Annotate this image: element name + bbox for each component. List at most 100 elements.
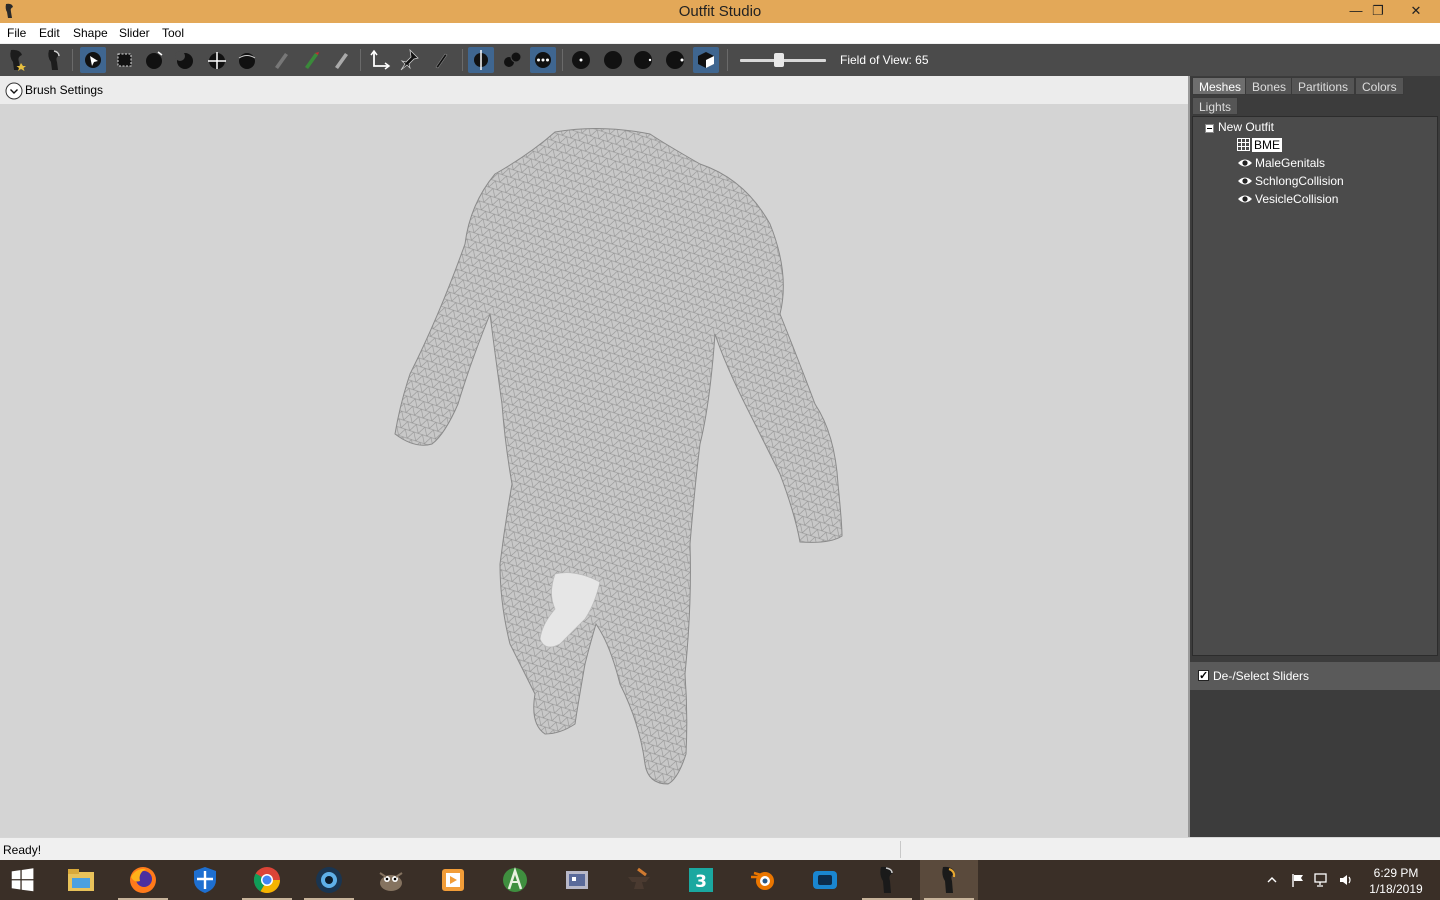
load-outfit-icon[interactable] <box>42 47 68 73</box>
mesh-tree: New Outfit BME MaleGenitals SchlongColli… <box>1192 116 1438 656</box>
chrome-icon[interactable] <box>238 860 296 900</box>
deselect-sliders-label: De-/Select Sliders <box>1213 669 1310 683</box>
weight-brush-icon[interactable] <box>298 47 324 73</box>
inflate-brush-icon[interactable] <box>142 47 168 73</box>
android-studio-icon[interactable] <box>486 860 544 900</box>
pivot-icon[interactable] <box>396 47 422 73</box>
collapse-toggle-icon[interactable] <box>1205 124 1214 133</box>
menu-tool[interactable]: Tool <box>162 26 184 40</box>
menu-shape[interactable]: Shape <box>73 26 108 40</box>
3d-viewport[interactable] <box>0 104 1188 837</box>
smooth-brush-icon[interactable] <box>234 47 260 73</box>
menu-bar: File Edit Shape Slider Tool <box>0 23 1440 43</box>
show-textures-icon[interactable] <box>662 47 688 73</box>
windows-defender-icon[interactable] <box>176 860 234 900</box>
tree-item-label: SchlongCollision <box>1255 174 1344 188</box>
brush-settings-header[interactable]: Brush Settings <box>0 76 1188 104</box>
tree-item-bme[interactable]: BME <box>1237 137 1283 153</box>
connected-only-icon[interactable] <box>499 47 525 73</box>
eye-icon[interactable] <box>1237 193 1253 205</box>
menu-slider[interactable]: Slider <box>119 26 150 40</box>
rpg-maker-icon[interactable] <box>548 860 606 900</box>
right-panel: Meshes Bones Partitions Colors Lights Ne… <box>1190 76 1440 837</box>
status-separator <box>900 841 901 858</box>
volume-icon[interactable] <box>1338 872 1354 888</box>
brush-settings-label: Brush Settings <box>25 83 104 97</box>
sliders-list <box>1190 690 1440 837</box>
tab-meshes[interactable]: Meshes <box>1192 77 1249 95</box>
move-brush-icon[interactable] <box>204 47 230 73</box>
x-mirror-icon[interactable] <box>468 47 494 73</box>
toolbar-separator <box>727 49 728 71</box>
toolbar-separator <box>72 49 73 71</box>
select-brush-icon[interactable] <box>80 47 106 73</box>
transform-icon[interactable] <box>366 47 392 73</box>
sliders-header: ✓ De-/Select Sliders <box>1190 662 1440 690</box>
tree-item-label: MaleGenitals <box>1255 156 1326 170</box>
windows-start-icon[interactable] <box>0 860 58 900</box>
taskbar: 3 6:29 PM 1/18/2019 <box>0 860 1440 900</box>
firefox-icon[interactable] <box>114 860 172 900</box>
window-title: Outfit Studio <box>678 3 762 20</box>
media-player-icon[interactable] <box>424 860 482 900</box>
show-hidden-icons-icon[interactable] <box>1266 874 1278 886</box>
film-app-icon[interactable] <box>796 860 854 900</box>
fov-slider-thumb[interactable] <box>774 53 784 67</box>
action-center-flag-icon[interactable] <box>1290 872 1306 888</box>
clock-time: 6:29 PM <box>1373 866 1419 880</box>
tree-root-outfit[interactable]: New Outfit <box>1218 119 1274 135</box>
3ds-max-icon[interactable]: 3 <box>672 860 730 900</box>
tree-item-schlongcollision[interactable]: SchlongCollision <box>1237 173 1344 189</box>
toolbar-separator <box>562 49 563 71</box>
blender-icon[interactable] <box>734 860 792 900</box>
mask-brush-icon[interactable] <box>112 47 138 73</box>
tab-colors[interactable]: Colors <box>1355 77 1404 95</box>
tree-item-malegenitals[interactable]: MaleGenitals <box>1237 155 1325 171</box>
color-brush-icon[interactable] <box>328 47 354 73</box>
tab-lights[interactable]: Lights <box>1192 97 1239 115</box>
bodyslide-icon[interactable] <box>858 860 916 900</box>
status-bar: Ready! <box>0 837 1440 860</box>
outfit-studio-icon[interactable] <box>920 860 978 900</box>
vertex-edit-icon[interactable] <box>428 47 454 73</box>
toolbar-separator <box>462 49 463 71</box>
eye-icon[interactable] <box>1237 175 1253 187</box>
toolbar-separator <box>360 49 361 71</box>
chevron-down-icon[interactable] <box>5 82 23 100</box>
network-icon[interactable] <box>1313 872 1331 888</box>
menu-edit[interactable]: Edit <box>39 26 60 40</box>
status-text: Ready! <box>3 843 42 857</box>
toolbar: Field of View: 65 <box>0 44 1440 76</box>
camera-app-icon[interactable] <box>300 860 358 900</box>
load-reference-icon[interactable] <box>4 47 30 73</box>
clock-date: 1/18/2019 <box>1369 882 1423 896</box>
tree-item-label: BME <box>1252 138 1283 152</box>
eye-icon[interactable] <box>1237 157 1253 169</box>
tab-partitions[interactable]: Partitions <box>1291 77 1356 95</box>
undiff-brush-icon[interactable] <box>268 47 294 73</box>
file-explorer-icon[interactable] <box>52 860 110 900</box>
anvil-tool-icon[interactable] <box>610 860 668 900</box>
show-wireframe-icon[interactable] <box>600 47 626 73</box>
close-button[interactable]: ✕ <box>1396 0 1436 23</box>
fov-label: Field of View: 65 <box>840 53 929 67</box>
deselect-sliders-checkbox[interactable]: ✓ <box>1198 670 1209 682</box>
deflate-brush-icon[interactable] <box>172 47 198 73</box>
fov-slider[interactable] <box>740 52 826 68</box>
svg-text:3: 3 <box>695 872 707 892</box>
taskbar-clock[interactable]: 6:29 PM 1/18/2019 <box>1360 865 1432 897</box>
panel-tabs: Meshes Bones Partitions Colors Lights <box>1190 76 1440 116</box>
restore-button[interactable]: ❐ <box>1361 0 1395 23</box>
wireframe-body-mesh <box>394 127 843 785</box>
show-vertex-colors-icon[interactable] <box>693 47 719 73</box>
gimp-icon[interactable] <box>362 860 420 900</box>
show-mask-icon[interactable] <box>568 47 594 73</box>
show-lighting-icon[interactable] <box>630 47 656 73</box>
grid-icon <box>1237 138 1250 151</box>
global-brush-icon[interactable] <box>530 47 556 73</box>
title-bar: Outfit Studio — ❐ ✕ <box>0 0 1440 23</box>
tree-item-label: VesicleCollision <box>1255 192 1339 206</box>
tree-item-vesiclecollision[interactable]: VesicleCollision <box>1237 191 1338 207</box>
tab-bones[interactable]: Bones <box>1245 77 1294 95</box>
menu-file[interactable]: File <box>7 26 26 40</box>
